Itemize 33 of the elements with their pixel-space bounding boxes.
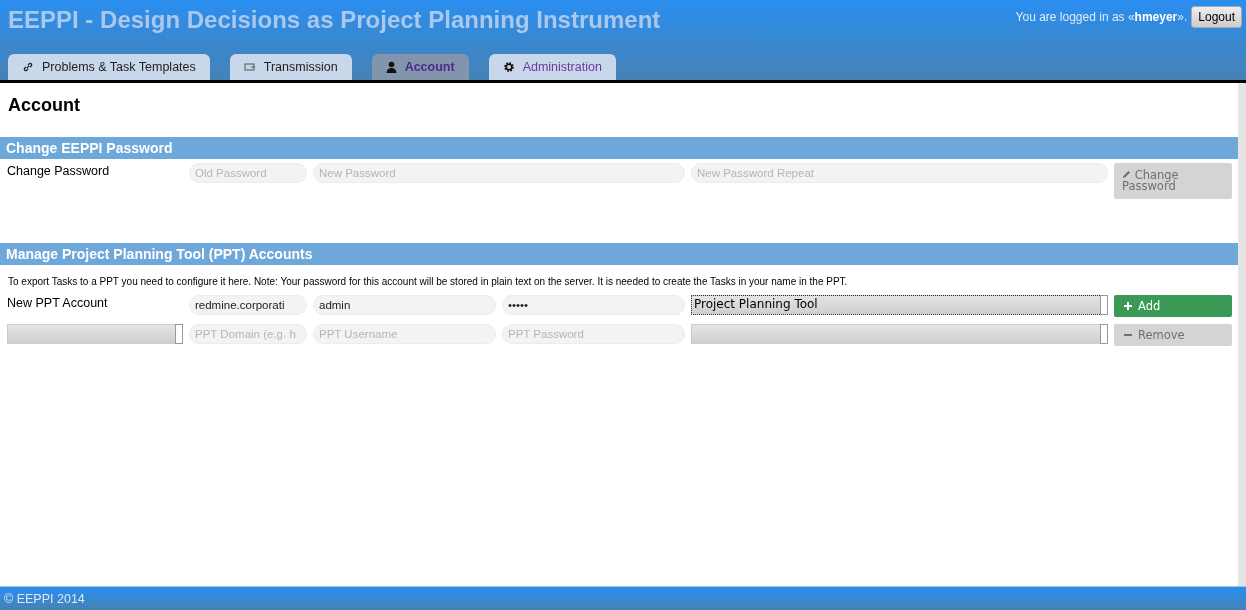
info-text: To export Tasks to a PPT you need to configure it here. Note: Your password for this account will be stored in plain text on the server. It is needed to create the Tasks in your name in the PPT. bbox=[8, 276, 849, 287]
section-header: Manage Project Planning Tool (PPT) Accounts bbox=[0, 243, 1238, 265]
account-field[interactable]: redmine.corporati bbox=[189, 295, 307, 315]
nav-tab[interactable]: Transmission bbox=[229, 54, 352, 80]
plus-icon bbox=[1124, 302, 1132, 310]
password-field[interactable]: New Password Repeat bbox=[691, 163, 1108, 183]
account-field[interactable]: PPT Username bbox=[313, 324, 496, 344]
section-header: Change EEPPI Password bbox=[0, 137, 1238, 159]
tool-select[interactable] bbox=[691, 324, 1108, 344]
card-icon bbox=[243, 62, 256, 72]
account-field[interactable]: ••••• bbox=[502, 295, 685, 315]
account-field[interactable]: admin bbox=[313, 295, 496, 315]
minus-icon bbox=[1124, 331, 1132, 339]
account-select[interactable] bbox=[7, 324, 183, 344]
copyright-text: © EEPPI 2014 bbox=[4, 591, 85, 606]
link-icon bbox=[22, 61, 34, 73]
logout-button[interactable]: Logout bbox=[1191, 6, 1242, 28]
row-label: New PPT Account bbox=[7, 295, 109, 310]
password-field[interactable]: Old Password bbox=[189, 163, 307, 183]
account-field[interactable]: PPT Domain (e.g. h bbox=[189, 324, 307, 344]
password-field[interactable]: New Password bbox=[313, 163, 685, 183]
tool-select[interactable]: Project Planning Tool bbox=[691, 295, 1108, 315]
user-icon bbox=[385, 61, 397, 73]
nav-tab[interactable]: Problems & Task Templates bbox=[8, 54, 210, 80]
row-label: Change Password bbox=[7, 163, 111, 178]
pencil-icon bbox=[1122, 169, 1131, 179]
add-button[interactable]: Add bbox=[1114, 295, 1232, 317]
nav-tab[interactable]: Administration bbox=[488, 54, 616, 80]
settings-icon bbox=[502, 61, 515, 73]
account-field[interactable]: PPT Password bbox=[502, 324, 685, 344]
app-title: EEPPI - Design Decisions as Project Planning Instrument bbox=[8, 6, 661, 34]
login-status: You are logged in as «hmeyer». bbox=[1015, 10, 1188, 24]
page-title: Account bbox=[8, 95, 81, 116]
